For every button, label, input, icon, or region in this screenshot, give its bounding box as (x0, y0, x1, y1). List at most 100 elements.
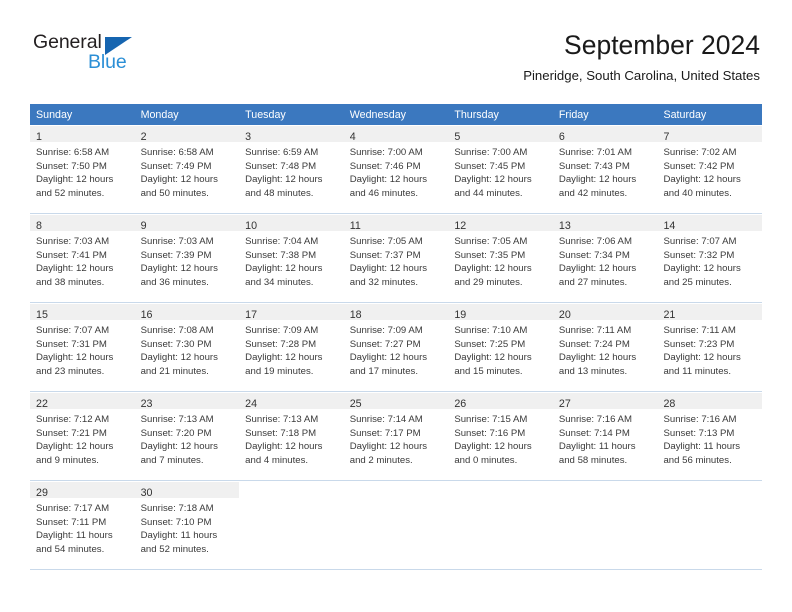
day-number: 11 (349, 220, 361, 232)
day-cell[interactable]: 3 Sunrise: 6:59 AM Sunset: 7:48 PM Dayli… (239, 126, 344, 213)
day-number: 7 (663, 131, 670, 143)
sunset-line: Sunset: 7:49 PM (140, 160, 212, 172)
day-cell[interactable]: 11 Sunrise: 7:05 AM Sunset: 7:37 PM Dayl… (343, 215, 449, 302)
sunrise-line: Sunrise: 7:08 AM (140, 325, 214, 336)
daylight-line: Daylight: 12 hours and 36 minutes. (140, 263, 218, 288)
day-info: Sunrise: 7:13 AM Sunset: 7:20 PM Dayligh… (135, 409, 240, 467)
day-info: Sunrise: 7:16 AM Sunset: 7:13 PM Dayligh… (657, 409, 762, 467)
sunrise-line: Sunrise: 7:13 AM (140, 414, 214, 425)
sunset-line: Sunset: 7:39 PM (140, 249, 212, 261)
day-cell[interactable]: 15 Sunrise: 7:07 AM Sunset: 7:31 PM Dayl… (30, 304, 135, 391)
daylight-line: Daylight: 11 hours and 52 minutes. (140, 530, 218, 555)
sunrise-line: Sunrise: 7:05 AM (349, 236, 423, 247)
day-cell[interactable]: 4 Sunrise: 7:00 AM Sunset: 7:46 PM Dayli… (343, 126, 449, 213)
title-block: September 2024 Pineridge, South Carolina… (523, 30, 760, 84)
sunrise-line: Sunrise: 7:14 AM (349, 414, 423, 425)
sunset-line: Sunset: 7:42 PM (663, 160, 735, 172)
daylight-line: Daylight: 12 hours and 48 minutes. (245, 174, 323, 199)
day-cell[interactable]: 2 Sunrise: 6:58 AM Sunset: 7:49 PM Dayli… (134, 126, 240, 213)
day-number: 3 (245, 131, 252, 143)
day-cell[interactable]: 27 Sunrise: 7:16 AM Sunset: 7:14 PM Dayl… (552, 393, 658, 480)
generalblue-logo[interactable]: General Blue (33, 32, 173, 81)
day-number-band: 7 (657, 126, 763, 143)
day-cell[interactable]: 13 Sunrise: 7:06 AM Sunset: 7:34 PM Dayl… (552, 215, 658, 302)
day-cell[interactable]: 30 Sunrise: 7:18 AM Sunset: 7:10 PM Dayl… (134, 482, 240, 569)
daylight-line: Daylight: 12 hours and 17 minutes. (349, 352, 428, 377)
day-cell[interactable]: 17 Sunrise: 7:09 AM Sunset: 7:28 PM Dayl… (239, 304, 344, 391)
weekday-header-wednesday: Wednesday (349, 109, 406, 121)
day-cell[interactable]: 28 Sunrise: 7:16 AM Sunset: 7:13 PM Dayl… (657, 393, 763, 480)
daylight-line: Daylight: 12 hours and 44 minutes. (454, 174, 532, 199)
sunset-line: Sunset: 7:32 PM (663, 249, 735, 261)
day-cell[interactable]: 22 Sunrise: 7:12 AM Sunset: 7:21 PM Dayl… (30, 393, 135, 480)
week-row: 15 Sunrise: 7:07 AM Sunset: 7:31 PM Dayl… (30, 303, 763, 392)
day-number: 5 (454, 131, 461, 143)
day-number-band: 11 (343, 215, 449, 232)
sunset-line: Sunset: 7:23 PM (663, 338, 735, 350)
day-info: Sunrise: 7:11 AM Sunset: 7:23 PM Dayligh… (657, 320, 762, 378)
day-cell[interactable]: 26 Sunrise: 7:15 AM Sunset: 7:16 PM Dayl… (448, 393, 553, 480)
day-number-band: 14 (657, 215, 763, 232)
day-cell[interactable]: 10 Sunrise: 7:04 AM Sunset: 7:38 PM Dayl… (239, 215, 344, 302)
sunset-line: Sunset: 7:14 PM (558, 427, 630, 439)
day-cell[interactable]: 8 Sunrise: 7:03 AM Sunset: 7:41 PM Dayli… (30, 215, 135, 302)
day-number-band: 2 (134, 126, 240, 143)
day-info: Sunrise: 7:14 AM Sunset: 7:17 PM Dayligh… (344, 409, 449, 467)
daylight-line: Daylight: 12 hours and 7 minutes. (140, 441, 218, 466)
day-number-band: 13 (552, 215, 658, 232)
day-cell[interactable]: 25 Sunrise: 7:14 AM Sunset: 7:17 PM Dayl… (343, 393, 449, 480)
day-cell[interactable]: 19 Sunrise: 7:10 AM Sunset: 7:25 PM Dayl… (448, 304, 553, 391)
day-cell[interactable]: 7 Sunrise: 7:02 AM Sunset: 7:42 PM Dayli… (657, 126, 763, 213)
day-cell[interactable]: 1 Sunrise: 6:58 AM Sunset: 7:50 PM Dayli… (30, 126, 135, 213)
day-cell[interactable]: 5 Sunrise: 7:00 AM Sunset: 7:45 PM Dayli… (448, 126, 553, 213)
sunrise-line: Sunrise: 7:12 AM (36, 414, 110, 425)
day-cell[interactable]: 23 Sunrise: 7:13 AM Sunset: 7:20 PM Dayl… (134, 393, 240, 480)
day-cell[interactable]: 16 Sunrise: 7:08 AM Sunset: 7:30 PM Dayl… (134, 304, 240, 391)
calendar-page: General Blue September 2024 Pineridge, S… (0, 0, 792, 612)
day-cell-empty (448, 482, 553, 569)
sunset-line: Sunset: 7:11 PM (36, 516, 107, 528)
sunrise-line: Sunrise: 7:06 AM (558, 236, 632, 247)
day-number-band: 5 (448, 126, 553, 143)
day-number-band: 21 (657, 304, 763, 321)
day-cell[interactable]: 12 Sunrise: 7:05 AM Sunset: 7:35 PM Dayl… (448, 215, 553, 302)
day-number: 8 (36, 220, 42, 232)
sunrise-line: Sunrise: 7:09 AM (245, 325, 319, 336)
sunset-line: Sunset: 7:45 PM (454, 160, 526, 172)
sunset-line: Sunset: 7:13 PM (663, 427, 735, 439)
week-row: 1 Sunrise: 6:58 AM Sunset: 7:50 PM Dayli… (30, 125, 763, 214)
day-number: 17 (245, 309, 258, 321)
sunset-line: Sunset: 7:25 PM (454, 338, 526, 350)
day-cell[interactable]: 6 Sunrise: 7:01 AM Sunset: 7:43 PM Dayli… (552, 126, 658, 213)
sunrise-line: Sunrise: 7:16 AM (558, 414, 632, 425)
day-number: 26 (454, 398, 467, 410)
sunset-line: Sunset: 7:34 PM (558, 249, 630, 261)
day-info: Sunrise: 6:59 AM Sunset: 7:48 PM Dayligh… (239, 142, 344, 200)
day-info: Sunrise: 7:03 AM Sunset: 7:41 PM Dayligh… (30, 231, 135, 289)
sunset-line: Sunset: 7:43 PM (558, 160, 630, 172)
day-cell[interactable]: 21 Sunrise: 7:11 AM Sunset: 7:23 PM Dayl… (657, 304, 763, 391)
location-subtitle: Pineridge, South Carolina, United States (523, 68, 760, 84)
day-number-band: 10 (239, 215, 344, 232)
sunrise-line: Sunrise: 6:59 AM (245, 147, 319, 158)
week-row: 8 Sunrise: 7:03 AM Sunset: 7:41 PM Dayli… (30, 214, 763, 303)
day-info: Sunrise: 7:18 AM Sunset: 7:10 PM Dayligh… (135, 498, 240, 556)
sunrise-line: Sunrise: 7:09 AM (349, 325, 423, 336)
sunrise-line: Sunrise: 6:58 AM (140, 147, 214, 158)
day-cell[interactable]: 29 Sunrise: 7:17 AM Sunset: 7:11 PM Dayl… (30, 482, 135, 569)
day-cell[interactable]: 24 Sunrise: 7:13 AM Sunset: 7:18 PM Dayl… (239, 393, 344, 480)
weekday-header-monday: Monday (140, 109, 179, 121)
sunset-line: Sunset: 7:16 PM (454, 427, 526, 439)
day-number: 16 (140, 309, 153, 321)
sunrise-line: Sunrise: 6:58 AM (36, 147, 110, 158)
daylight-line: Daylight: 12 hours and 9 minutes. (36, 441, 114, 466)
day-info: Sunrise: 7:00 AM Sunset: 7:46 PM Dayligh… (344, 142, 449, 200)
day-number: 6 (558, 131, 565, 143)
day-cell[interactable]: 18 Sunrise: 7:09 AM Sunset: 7:27 PM Dayl… (343, 304, 449, 391)
day-cell[interactable]: 14 Sunrise: 7:07 AM Sunset: 7:32 PM Dayl… (657, 215, 763, 302)
day-info: Sunrise: 7:07 AM Sunset: 7:32 PM Dayligh… (657, 231, 762, 289)
day-cell[interactable]: 20 Sunrise: 7:11 AM Sunset: 7:24 PM Dayl… (552, 304, 658, 391)
day-info: Sunrise: 7:06 AM Sunset: 7:34 PM Dayligh… (553, 231, 658, 289)
sunrise-line: Sunrise: 7:11 AM (558, 325, 632, 336)
day-cell[interactable]: 9 Sunrise: 7:03 AM Sunset: 7:39 PM Dayli… (134, 215, 240, 302)
